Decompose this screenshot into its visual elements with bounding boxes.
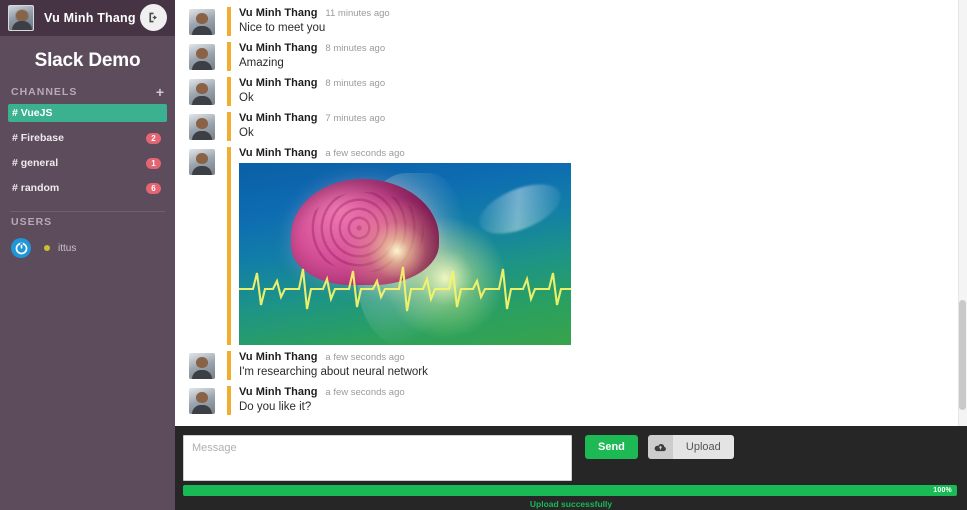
message-timestamp: a few seconds ago (325, 387, 405, 398)
slack-demo-app: Vu Minh Thang Slack Demo CHANNELS + # Vu… (0, 0, 967, 510)
upload-progress-bar: 100% (183, 485, 957, 496)
channel-label: # random (12, 182, 60, 194)
avatar (189, 114, 215, 140)
sidebar-item-random[interactable]: # random 6 (8, 179, 167, 197)
message-author: Vu Minh Thang (239, 386, 318, 398)
message-item: Vu Minh Thang a few seconds ago I'm rese… (175, 348, 967, 383)
users-label: USERS (11, 216, 53, 228)
message-author: Vu Minh Thang (239, 147, 318, 159)
cloud-upload-icon (647, 435, 673, 459)
message-author: Vu Minh Thang (239, 351, 318, 363)
users-section-header: USERS (0, 212, 175, 234)
sidebar-item-firebase[interactable]: # Firebase 2 (8, 129, 167, 147)
message-author: Vu Minh Thang (239, 42, 318, 54)
channels-label: CHANNELS (11, 86, 78, 98)
message-item: Vu Minh Thang a few seconds ago Do you l… (175, 383, 967, 418)
channel-label: # VueJS (12, 107, 53, 119)
message-author: Vu Minh Thang (239, 112, 318, 124)
message-text: Nice to meet you (239, 22, 326, 34)
message-timestamp: a few seconds ago (325, 352, 405, 363)
message-text: Amazing (239, 57, 284, 69)
cloud-wisp (472, 174, 568, 244)
message-list[interactable]: Vu Minh Thang 11 minutes ago Nice to mee… (175, 0, 967, 426)
avatar (189, 353, 215, 379)
message-text: I'm researching about neural network (239, 366, 428, 378)
avatar (189, 9, 215, 35)
message-timestamp: 7 minutes ago (325, 113, 386, 124)
scrollbar-thumb[interactable] (959, 300, 966, 410)
upload-progress-percent: 100% (933, 487, 952, 494)
sidebar-item-general[interactable]: # general 1 (8, 154, 167, 172)
avatar (8, 5, 34, 31)
message-item: Vu Minh Thang 11 minutes ago Nice to mee… (175, 4, 967, 39)
message-input[interactable] (183, 435, 572, 481)
avatar (189, 79, 215, 105)
sidebar-header: Vu Minh Thang (0, 0, 175, 36)
composer: Send Upload 100% Upload successfully (175, 426, 967, 510)
status-badge (44, 245, 50, 251)
channel-label: # general (12, 157, 59, 169)
upload-button[interactable]: Upload (647, 435, 734, 459)
channels-section-header: CHANNELS + (0, 82, 175, 104)
message-timestamp: a few seconds ago (325, 148, 405, 159)
status-badge: 6 (146, 182, 161, 194)
plus-icon[interactable]: + (156, 85, 164, 99)
power-icon (11, 238, 31, 258)
avatar (189, 149, 215, 175)
status-badge: 2 (146, 132, 161, 144)
current-user-name: Vu Minh Thang (44, 11, 136, 25)
message-text: Do you like it? (239, 401, 312, 413)
message-item: Vu Minh Thang 7 minutes ago Ok (175, 109, 967, 144)
sign-out-icon (149, 12, 157, 23)
message-author: Vu Minh Thang (239, 77, 318, 89)
status-badge: 1 (146, 157, 161, 169)
avatar (189, 388, 215, 414)
message-author: Vu Minh Thang (239, 7, 318, 19)
sidebar-item-vuejs[interactable]: # VueJS (8, 104, 167, 122)
sidebar: Vu Minh Thang Slack Demo CHANNELS + # Vu… (0, 0, 175, 510)
avatar (189, 44, 215, 70)
logout-button[interactable] (140, 4, 167, 31)
scrollbar[interactable] (958, 0, 967, 426)
list-item[interactable]: ittus (0, 234, 175, 262)
message-timestamp: 8 minutes ago (325, 78, 386, 89)
message-text: Ok (239, 92, 254, 104)
send-button[interactable]: Send (585, 435, 638, 459)
channel-label: # Firebase (12, 132, 64, 144)
workspace-title: Slack Demo (34, 50, 141, 71)
upload-label: Upload (672, 435, 734, 459)
message-timestamp: 11 minutes ago (325, 8, 390, 19)
message-image-attachment[interactable] (239, 163, 571, 345)
user-name: ittus (58, 242, 77, 254)
main-panel: Vu Minh Thang 11 minutes ago Nice to mee… (175, 0, 967, 510)
message-item-image: Vu Minh Thang a few seconds ago (175, 144, 967, 348)
message-item: Vu Minh Thang 8 minutes ago Ok (175, 74, 967, 109)
message-timestamp: 8 minutes ago (325, 43, 386, 54)
ecg-waveform (239, 266, 571, 312)
upload-progress: 100% (183, 485, 957, 496)
message-item: Vu Minh Thang 8 minutes ago Amazing (175, 39, 967, 74)
upload-status-text: Upload successfully (529, 499, 613, 509)
message-text: Ok (239, 127, 254, 139)
